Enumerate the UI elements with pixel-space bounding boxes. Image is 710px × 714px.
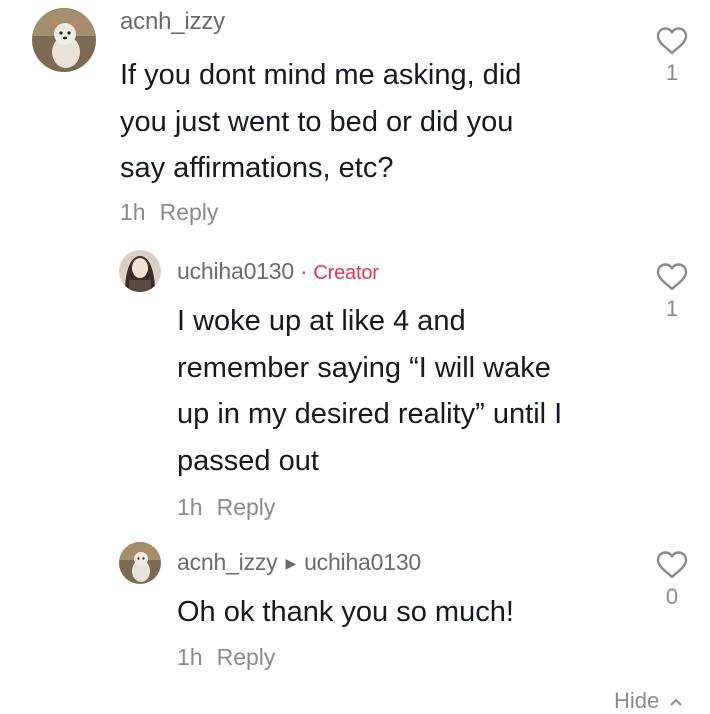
chevron-up-icon: [670, 698, 683, 706]
reply-text-line: remember saying “I will wake: [177, 351, 551, 384]
comment-time: 1h: [120, 199, 146, 225]
reply-button[interactable]: Reply: [217, 494, 276, 520]
reply-text: I woke up at like 4 and remember saying …: [177, 298, 637, 484]
reply-button[interactable]: Reply: [160, 199, 219, 225]
creator-badge: Creator: [313, 262, 379, 284]
reply-to-username[interactable]: uchiha0130: [304, 549, 421, 575]
creator-avatar-image: [119, 250, 161, 292]
reply-meta: 1h Reply: [177, 644, 275, 671]
dog-avatar-image: [119, 542, 161, 584]
reply-username[interactable]: uchiha0130: [177, 258, 294, 284]
reply-meta: 1h Reply: [177, 494, 275, 521]
avatar[interactable]: [119, 542, 161, 584]
hide-label: Hide: [614, 688, 660, 713]
reply-username-row: acnh_izzy ▶ uchiha0130: [177, 549, 421, 576]
avatar[interactable]: [119, 250, 161, 292]
comment-text-line: you just went to bed or did you: [120, 105, 514, 138]
avatar[interactable]: [32, 8, 96, 72]
like-button[interactable]: 1: [652, 26, 692, 86]
separator-dot: ·: [299, 258, 308, 284]
heart-outline-icon: [656, 27, 688, 55]
like-button[interactable]: 0: [652, 550, 692, 610]
reply-time: 1h: [177, 644, 203, 670]
like-button[interactable]: 1: [652, 262, 692, 322]
reply-text-line: I woke up at like 4 and: [177, 305, 466, 337]
like-count: 1: [665, 60, 679, 85]
comment-text-line: say affirmations, etc?: [120, 152, 394, 184]
like-count: 0: [665, 584, 679, 609]
reply-button[interactable]: Reply: [217, 644, 276, 670]
hide-replies-button[interactable]: Hide: [614, 688, 683, 714]
reply-username-row: uchiha0130 · Creator: [177, 258, 379, 285]
heart-outline-icon: [656, 263, 688, 291]
comment-text: If you dont mind me asking, did you just…: [120, 52, 620, 192]
reply-text-line: up in my desired reality” until I: [177, 398, 563, 430]
reply-text-line: Oh ok thank you so much!: [177, 596, 514, 628]
caret-right-icon: ▶: [285, 555, 297, 571]
reply-username[interactable]: acnh_izzy: [177, 549, 278, 575]
heart-outline-icon: [656, 551, 688, 579]
reply-text-line: passed out: [177, 444, 319, 477]
reply-text: Oh ok thank you so much!: [177, 589, 637, 636]
comment-username[interactable]: acnh_izzy: [120, 8, 225, 36]
comment-meta: 1h Reply: [120, 199, 218, 226]
like-count: 1: [665, 296, 679, 321]
dog-avatar-image: [32, 8, 96, 72]
reply-time: 1h: [177, 494, 203, 520]
comment-text-line: If you dont mind me asking, did: [120, 59, 522, 91]
